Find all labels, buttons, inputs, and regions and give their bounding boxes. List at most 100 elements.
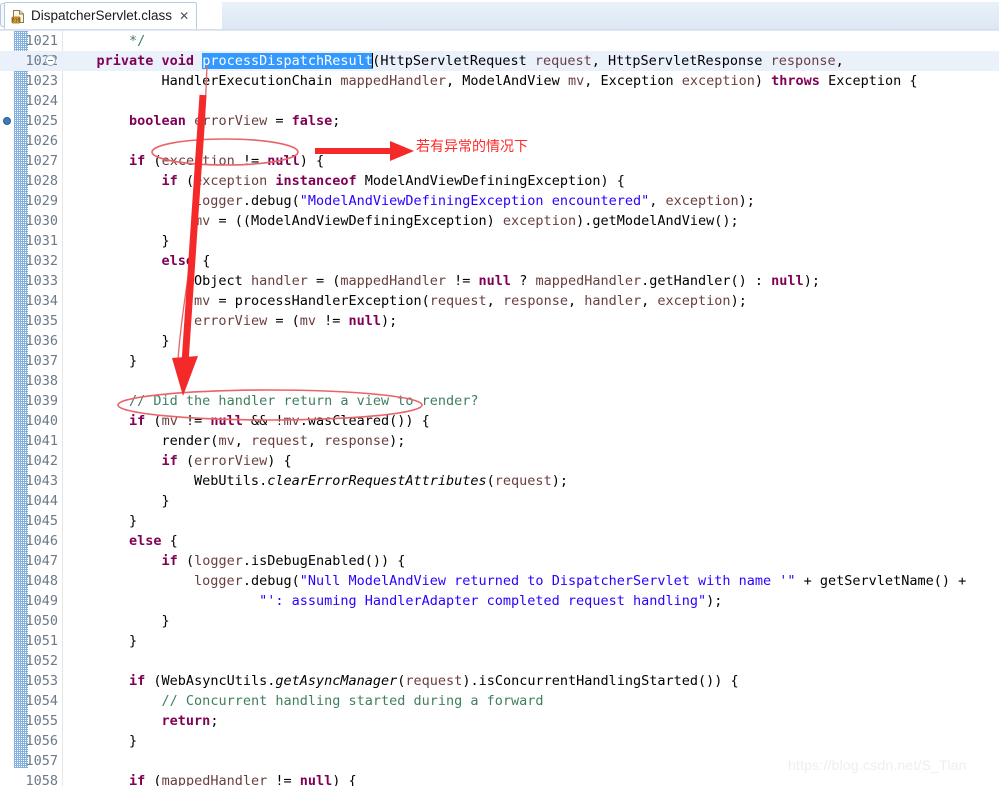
code-line[interactable]: 1050 } [0, 611, 999, 631]
line-number: 1029 [25, 193, 58, 209]
code-line-text: "': assuming HandlerAdapter completed re… [64, 591, 722, 611]
code-line[interactable]: 1021 */ [0, 31, 999, 51]
code-line[interactable]: 1028 if (exception instanceof ModelAndVi… [0, 171, 999, 191]
code-fold-collapse-icon[interactable] [45, 55, 56, 66]
code-line[interactable]: 1023 HandlerExecutionChain mappedHandler… [0, 71, 999, 91]
code-line-text: if (exception != null) { [64, 151, 324, 171]
code-token: ).getModelAndView(); [576, 213, 739, 229]
code-line[interactable]: 1054 // Concurrent handling started duri… [0, 691, 999, 711]
code-token: if [129, 153, 146, 169]
line-number: 1021 [25, 33, 58, 49]
code-token: response [502, 293, 568, 309]
code-token: = ( [267, 313, 300, 329]
code-token: ); [803, 273, 820, 289]
code-token: WebUtils. [64, 473, 268, 489]
code-token: instanceof [275, 173, 357, 189]
code-token: exception [657, 293, 731, 309]
code-line-text: } [64, 351, 137, 371]
code-line[interactable]: 1051 } [0, 631, 999, 651]
line-number: 1054 [25, 693, 58, 709]
line-number: 1051 [25, 633, 58, 649]
code-token: } [64, 493, 170, 509]
code-token: request [250, 433, 308, 449]
code-token: false [291, 113, 333, 129]
code-line[interactable]: 1024 [0, 91, 999, 111]
code-token: != [267, 773, 300, 786]
line-number: 1039 [25, 393, 58, 409]
code-token: if [161, 453, 178, 469]
code-line-text: if (mv != null && !mv.wasCleared()) { [64, 411, 430, 431]
code-line[interactable]: 1034 mv = processHandlerException(reques… [0, 291, 999, 311]
code-line[interactable]: 1044 } [0, 491, 999, 511]
editor-tab-dispatcherservlet[interactable]: 010 DispatcherServlet.class ✕ [4, 2, 198, 29]
code-token: null [267, 153, 300, 169]
code-line[interactable]: 1043 WebUtils.clearErrorRequestAttribute… [0, 471, 999, 491]
code-token: handler [584, 293, 642, 309]
code-token: return [161, 713, 211, 729]
code-line[interactable]: 1022 private void processDispatchResult(… [0, 51, 999, 71]
code-token: handler [250, 273, 308, 289]
code-token: if [129, 413, 146, 429]
code-token: getAsyncManager [275, 673, 398, 689]
line-number: 1025 [25, 113, 58, 129]
code-token: null [210, 413, 243, 429]
code-token: request [429, 293, 487, 309]
code-token: if [161, 173, 178, 189]
code-line[interactable]: 1045 } [0, 511, 999, 531]
code-line-text: // Did the handler return a view to rend… [64, 391, 479, 411]
code-line[interactable]: 1039 // Did the handler return a view to… [0, 391, 999, 411]
code-line[interactable]: 1041 render(mv, request, response); [0, 431, 999, 451]
code-token: { [194, 253, 211, 269]
code-line[interactable]: 1032 else { [0, 251, 999, 271]
code-line[interactable]: 1030 mv = ((ModelAndViewDefiningExceptio… [0, 211, 999, 231]
code-line[interactable]: 1025 boolean errorView = false; [0, 111, 999, 131]
code-line[interactable]: 1037 } [0, 351, 999, 371]
editor-tab-bar: 010 DispatcherServlet.class ✕ [0, 0, 999, 31]
code-line[interactable]: 1046 else { [0, 531, 999, 551]
code-token: } [64, 613, 170, 629]
code-line[interactable]: 1031 } [0, 231, 999, 251]
code-line[interactable]: 1029 logger.debug("ModelAndViewDefiningE… [0, 191, 999, 211]
code-token: ? [511, 273, 536, 289]
line-number: 1035 [25, 313, 58, 329]
line-number: 1046 [25, 533, 58, 549]
line-number: 1045 [25, 513, 58, 529]
code-token: logger [194, 573, 243, 589]
code-line[interactable]: 1058 if (mappedHandler != null) { [0, 771, 999, 786]
code-line[interactable]: 1040 if (mv != null && !mv.wasCleared())… [0, 411, 999, 431]
code-line[interactable]: 1049 "': assuming HandlerAdapter complet… [0, 591, 999, 611]
close-icon[interactable]: ✕ [179, 10, 189, 22]
code-token: != [177, 413, 211, 429]
code-token: ( [145, 413, 162, 429]
code-line[interactable]: 1038 [0, 371, 999, 391]
code-line[interactable]: 1035 errorView = (mv != null); [0, 311, 999, 331]
code-token: mv [218, 433, 235, 449]
code-token: logger [194, 553, 243, 569]
code-line[interactable]: 1042 if (errorView) { [0, 451, 999, 471]
code-token: mappedHandler [161, 773, 268, 786]
code-token: throws [771, 73, 820, 89]
code-token: ) { [267, 453, 292, 469]
code-token: ) [754, 73, 772, 89]
code-line[interactable]: 1053 if (WebAsyncUtils.getAsyncManager(r… [0, 671, 999, 691]
code-line[interactable]: 1052 [0, 651, 999, 671]
code-token: */ [129, 33, 146, 49]
line-number: 1041 [25, 433, 58, 449]
code-line[interactable]: 1055 return; [0, 711, 999, 731]
code-line[interactable]: 1056 } [0, 731, 999, 751]
line-number: 1053 [25, 673, 58, 689]
code-line[interactable]: 1036 } [0, 331, 999, 351]
code-line[interactable]: 1033 Object handler = (mappedHandler != … [0, 271, 999, 291]
code-token: request [534, 53, 592, 69]
code-line-text: mv = ((ModelAndViewDefiningException) ex… [64, 211, 739, 231]
code-token: if [129, 773, 146, 786]
code-line[interactable]: 1047 if (logger.isDebugEnabled()) { [0, 551, 999, 571]
code-token: , HttpServletResponse [591, 53, 771, 69]
code-line[interactable]: 1048 logger.debug("Null ModelAndView ret… [0, 571, 999, 591]
code-token: , [649, 193, 666, 209]
code-line-text: if (WebAsyncUtils.getAsyncManager(reques… [64, 671, 739, 691]
code-line-text: Object handler = (mappedHandler != null … [64, 271, 820, 291]
